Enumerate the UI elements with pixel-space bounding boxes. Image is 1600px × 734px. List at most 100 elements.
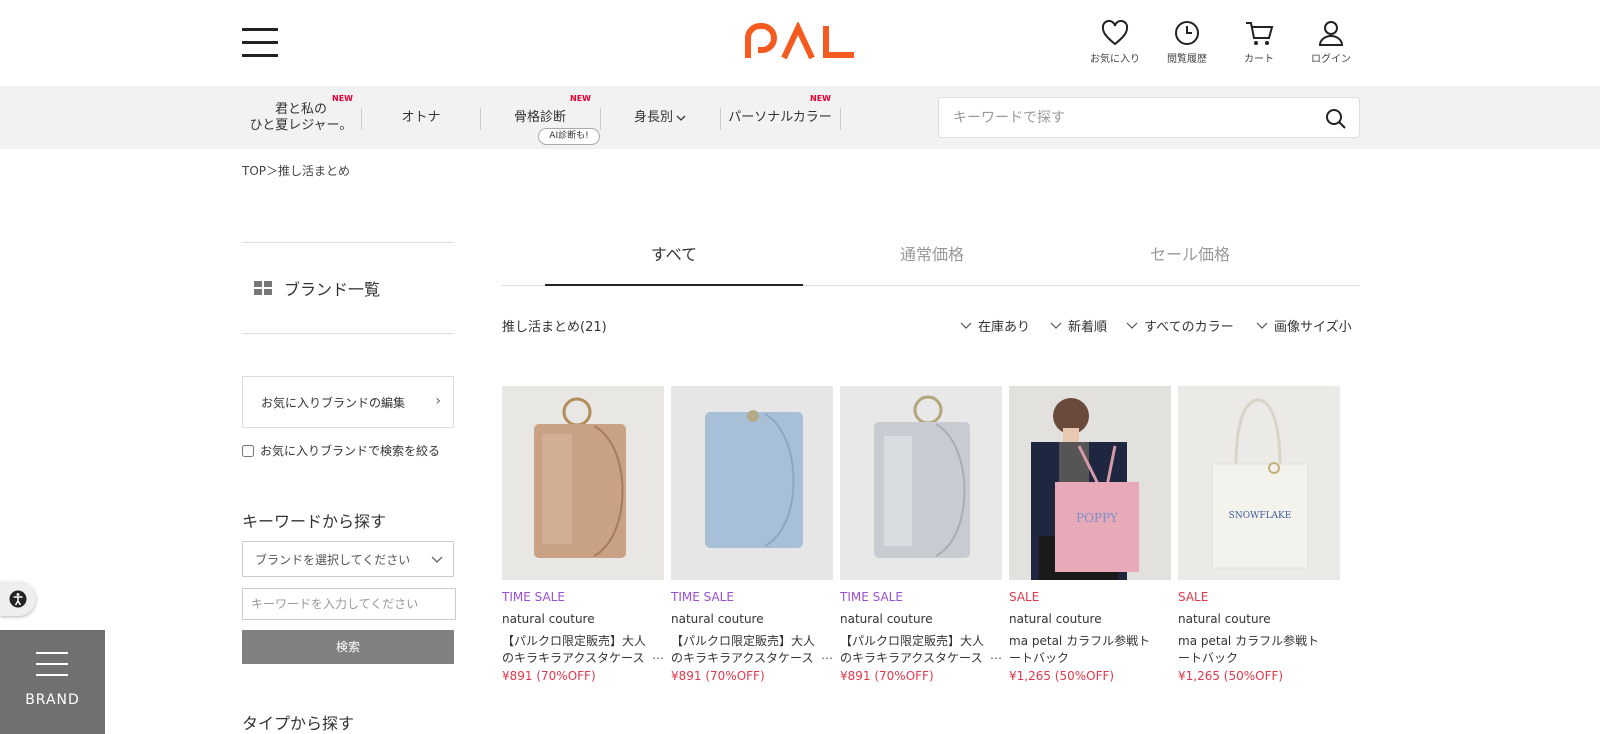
product-brand: natural couture [840, 612, 933, 626]
site-header: お気に入り 閲覧履歴 カート ログイン [0, 0, 1600, 86]
product-brand: natural couture [671, 612, 764, 626]
sidebar-search-button[interactable]: 検索 [242, 630, 454, 664]
history-button[interactable]: 閲覧履歴 [1152, 20, 1222, 65]
brand-select-value: ブランドを選択してください [255, 552, 411, 567]
brand-select[interactable]: ブランドを選択してください [242, 541, 454, 577]
product-name: 【パルクロ限定販売】大人のキラキラアクスタケース … [671, 633, 833, 667]
ellipsis-icon: … [990, 648, 1002, 662]
filter-stock-label: 在庫あり [978, 320, 1031, 335]
product-brand: natural couture [1178, 612, 1271, 626]
product-price: ¥891 (70%OFF) [840, 669, 934, 683]
login-button[interactable]: ログイン [1296, 20, 1366, 65]
product-price: ¥1,265 (50%OFF) [1009, 669, 1115, 683]
product-card[interactable]: SNOWFLAKE SALE natural couture ma petal … [1178, 386, 1340, 683]
new-badge: NEW [570, 94, 591, 103]
new-badge: NEW [332, 94, 353, 103]
cart-button[interactable]: カート [1224, 20, 1294, 65]
product-image-pink-tote[interactable]: POPPY [1009, 386, 1171, 580]
product-name-text: 【パルクロ限定販売】大人のキラキラアクスタケース [671, 634, 816, 665]
product-name: 【パルクロ限定販売】大人のキラキラアクスタケース … [840, 633, 1002, 667]
brand-menu-label: BRAND [25, 692, 80, 708]
accessibility-icon [9, 590, 27, 608]
product-image-white-tote[interactable]: SNOWFLAKE [1178, 386, 1340, 580]
search-icon[interactable] [1325, 108, 1347, 134]
keyword-search-heading: キーワードから探す [242, 512, 387, 531]
header-icons: お気に入り 閲覧履歴 カート ログイン [1080, 20, 1380, 70]
filter-image-size-label: 画像サイズ小 [1274, 320, 1352, 335]
tab-regular-price[interactable]: 通常価格 [803, 236, 1061, 286]
product-image-rose-gold-case[interactable] [502, 386, 664, 580]
product-name-text: ma petal カラフル参戦トートバック [1009, 634, 1151, 665]
nav-item-otona[interactable]: オトナ [362, 86, 480, 149]
product-image-silver-case[interactable] [840, 386, 1002, 580]
brand-list-label: ブランド一覧 [284, 280, 381, 299]
edit-favorite-brands-button[interactable]: お気に入りブランドの編集 › [242, 376, 454, 428]
filter-image-size[interactable]: 画像サイズ小 [1256, 316, 1352, 335]
product-card[interactable]: TIME SALE natural couture 【パルクロ限定販売】大人のキ… [840, 386, 1002, 683]
menu-icon[interactable] [242, 28, 278, 58]
tab-sale-price[interactable]: セール価格 [1061, 236, 1319, 286]
product-sale-tag: SALE [1009, 590, 1040, 604]
product-price: ¥1,265 (50%OFF) [1178, 669, 1284, 683]
product-name-text: ma petal カラフル参戦トートバック [1178, 634, 1320, 665]
product-name: ma petal カラフル参戦トートバック [1178, 633, 1340, 667]
product-brand: natural couture [502, 612, 595, 626]
clock-icon [1175, 21, 1199, 45]
menu-icon [36, 652, 68, 685]
history-label: 閲覧履歴 [1167, 54, 1207, 65]
search-input[interactable] [939, 98, 1299, 137]
favorite-label: お気に入り [1090, 54, 1140, 65]
product-price: ¥891 (70%OFF) [671, 669, 765, 683]
filter-color[interactable]: すべてのカラー [1126, 316, 1234, 335]
chevron-down-icon [431, 556, 443, 563]
tote-print-text: SNOWFLAKE [1229, 511, 1292, 521]
filter-stock[interactable]: 在庫あり [960, 316, 1030, 335]
product-sale-tag: TIME SALE [671, 590, 734, 604]
product-sale-tag: TIME SALE [840, 590, 903, 604]
product-sale-tag: SALE [1178, 590, 1209, 604]
favorite-brand-checkbox[interactable] [242, 444, 254, 457]
new-badge: NEW [810, 94, 831, 103]
favorite-button[interactable]: お気に入り [1080, 20, 1150, 65]
result-count: 推し活まとめ(21) [502, 320, 607, 335]
header-search [938, 97, 1360, 138]
favorite-brand-filter-label: お気に入りブランドで検索を絞る [260, 444, 441, 458]
filter-color-label: すべてのカラー [1144, 320, 1234, 335]
filter-sort[interactable]: 新着順 [1050, 316, 1107, 335]
price-tabs: すべて 通常価格 セール価格 [502, 236, 1360, 286]
brand-list-link[interactable]: ブランド一覧 [242, 270, 454, 306]
product-sale-tag: TIME SALE [502, 590, 565, 604]
site-logo[interactable] [744, 20, 858, 62]
product-image-blue-case[interactable] [671, 386, 833, 580]
product-card[interactable]: TIME SALE natural couture 【パルクロ限定販売】大人のキ… [671, 386, 833, 683]
ellipsis-icon: … [652, 648, 664, 662]
product-card[interactable]: TIME SALE natural couture 【パルクロ限定販売】大人のキ… [502, 386, 664, 683]
category-nav: 君と私の ひと夏レジャー。 NEW オトナ 骨格診断 NEW 身長別 パーソナル… [0, 86, 1600, 149]
chevron-right-icon: › [435, 393, 441, 409]
product-brand: natural couture [1009, 612, 1102, 626]
keyword-input[interactable] [242, 588, 456, 620]
nav-item-height[interactable]: 身長別 [601, 86, 719, 149]
type-search-heading: タイプから探す [242, 714, 355, 733]
product-price: ¥891 (70%OFF) [502, 669, 596, 683]
chevron-down-icon [1050, 322, 1062, 329]
accessibility-button[interactable] [0, 582, 36, 616]
chevron-down-icon [960, 322, 972, 329]
ellipsis-icon: … [821, 648, 833, 662]
edit-favorite-brands-label: お気に入りブランドの編集 [261, 395, 406, 410]
favorite-brand-filter[interactable]: お気に入りブランドで検索を絞る [242, 442, 440, 459]
user-icon [1318, 21, 1344, 46]
divider [242, 242, 454, 243]
product-name: ma petal カラフル参戦トートバック [1009, 633, 1171, 667]
tab-all[interactable]: すべて [545, 236, 803, 286]
product-card[interactable]: POPPY SALE natural couture ma petal カラフル… [1009, 386, 1171, 683]
brand-menu-button[interactable]: BRAND [0, 630, 105, 734]
grid-icon [254, 281, 272, 295]
product-name: 【パルクロ限定販売】大人のキラキラアクスタケース… [502, 633, 664, 667]
chevron-down-icon [1126, 322, 1138, 329]
product-name-text: 【パルクロ限定販売】大人のキラキラアクスタケース [840, 634, 985, 665]
chevron-down-icon [1256, 322, 1268, 329]
breadcrumb[interactable]: TOP＞推し活まとめ [242, 162, 350, 179]
divider [242, 333, 454, 334]
filter-sort-label: 新着順 [1068, 320, 1108, 335]
